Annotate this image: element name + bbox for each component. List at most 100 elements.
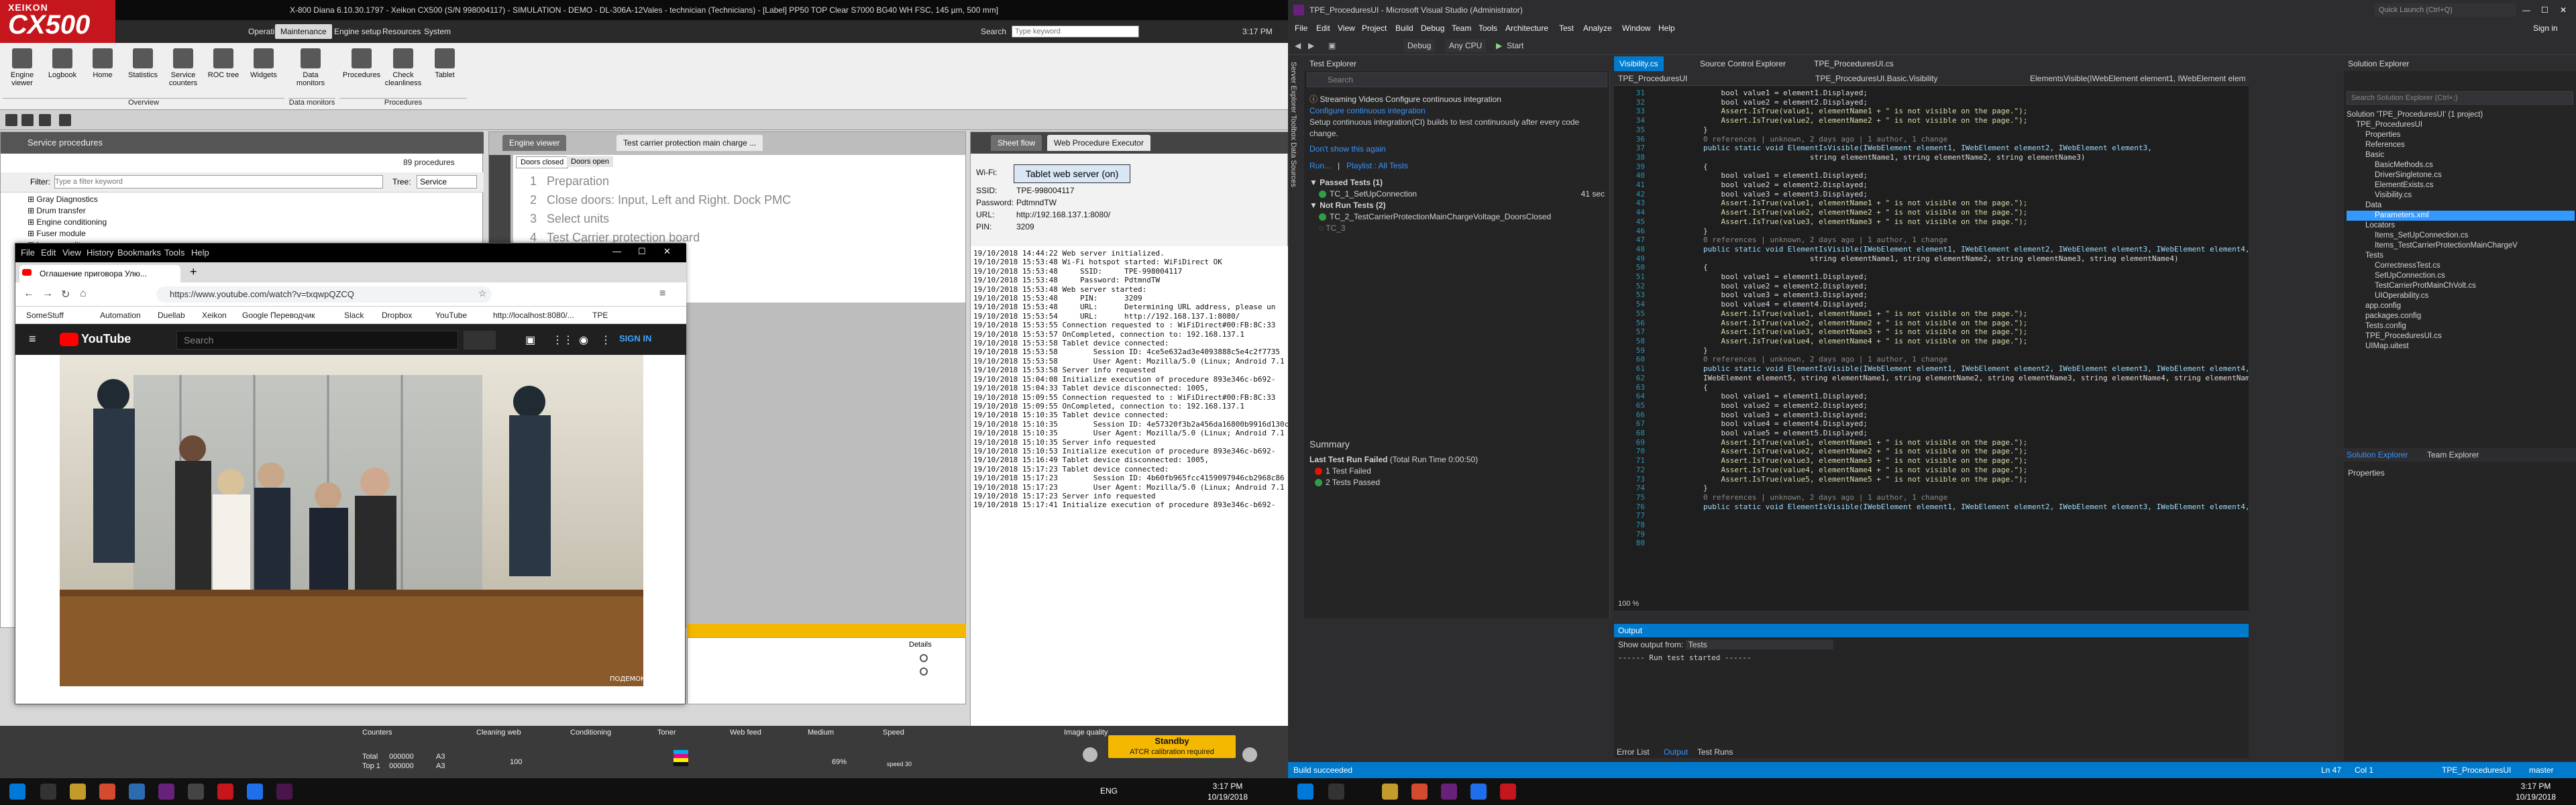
statistics-button[interactable]: Statistics [123, 46, 162, 93]
tab-engine-viewer[interactable]: Engine viewer [502, 135, 567, 151]
forward-icon[interactable] [21, 114, 34, 126]
menu-maintenance[interactable]: Maintenance [275, 24, 332, 39]
youtube-logo[interactable]: YouTube [60, 332, 131, 347]
code-line[interactable]: Assert.IsTrue(value2, elementName2 + " i… [1668, 319, 2245, 328]
youtube-search-input[interactable]: Search [176, 331, 458, 350]
solution-tree-item[interactable]: DriverSingletone.cs [2347, 170, 2575, 180]
run-link[interactable]: Run... [1309, 161, 1331, 170]
code-line[interactable]: 0 references | unknown, 2 days ago | 1 a… [1668, 355, 2245, 364]
home-button[interactable]: Home [83, 46, 122, 93]
zoom-level[interactable]: 100 % [1618, 600, 1639, 608]
solution-tree-item[interactable]: TPE_ProceduresUI [2347, 120, 2575, 130]
solution-tree-item[interactable]: Items_TestCarrierProtectionMainChargeV [2347, 241, 2575, 251]
tab-team-explorer[interactable]: Team Explorer [2427, 448, 2479, 462]
search-icon[interactable] [1328, 784, 1344, 800]
sign-in-button[interactable]: SIGN IN [619, 333, 651, 343]
solution-tree-item[interactable]: References [2347, 140, 2575, 150]
visual-studio-icon[interactable] [1441, 784, 1457, 800]
search-input[interactable] [1012, 25, 1139, 38]
print-icon[interactable] [39, 114, 51, 126]
code-line[interactable]: Assert.IsTrue(value4, elementName4 + " i… [1668, 466, 2245, 475]
solution-tree-item[interactable]: Locators [2347, 221, 2575, 231]
solution-tree-item[interactable]: app.config [2347, 301, 2575, 311]
code-line[interactable]: 0 references | unknown, 2 days ago | 1 a… [1668, 493, 2245, 502]
forward-icon[interactable]: → [42, 288, 53, 300]
minimize-icon[interactable]: — [2522, 0, 2530, 20]
zoom-icon[interactable] [920, 667, 928, 676]
play-icon[interactable] [1083, 747, 1097, 762]
menu-edit[interactable]: Edit [41, 248, 56, 258]
solution-tree-item[interactable]: CorrectnessTest.cs [2347, 261, 2575, 271]
tab-error-list[interactable]: Error List [1617, 746, 1650, 758]
star-icon[interactable]: ☆ [478, 288, 487, 299]
code-line[interactable]: { [1668, 383, 2245, 392]
menu-file[interactable]: File [1295, 20, 1307, 36]
code-line[interactable]: Assert.IsTrue(value4, elementName4 + " i… [1668, 337, 2245, 346]
nav-project[interactable]: TPE_ProceduresUI [1618, 71, 1687, 86]
solution-tree-item[interactable]: Properties [2347, 130, 2575, 140]
step-row[interactable]: 1 Preparation [520, 172, 949, 190]
menu-architecture[interactable]: Architecture [1505, 20, 1548, 36]
tab-web-procedure-executor[interactable]: Web Procedure Executor [1047, 135, 1150, 151]
code-line[interactable]: bool value1 = element1.Displayed; [1668, 392, 2245, 401]
solution-tree-item[interactable]: Items_SetUpConnection.cs [2347, 231, 2575, 241]
save-icon[interactable]: ▣ [1328, 36, 1336, 55]
menu-view[interactable]: View [1338, 20, 1355, 36]
code-line[interactable]: public static void ElementIsVisible(IWeb… [1668, 245, 2249, 254]
menu-help[interactable]: Help [1658, 20, 1675, 36]
back-icon[interactable] [5, 114, 17, 126]
code-line[interactable]: bool value2 = element2.Displayed; [1668, 282, 2245, 291]
code-line[interactable]: } [1668, 125, 2245, 135]
menu-analyze[interactable]: Analyze [1583, 20, 1612, 36]
tab-solution-explorer[interactable]: Solution Explorer [2347, 448, 2408, 462]
code-line[interactable]: bool value2 = element2.Displayed; [1668, 180, 2245, 190]
solution-tree-item[interactable]: Tests [2347, 251, 2575, 261]
code-line[interactable]: IWebElement element5, string elementName… [1668, 374, 2249, 383]
playlist-link[interactable]: Playlist : All Tests [1346, 161, 1408, 170]
code-line[interactable]: bool value3 = element3.Displayed; [1668, 190, 2245, 199]
outlook-icon[interactable] [1470, 784, 1487, 800]
code-line[interactable]: Assert.IsTrue(value2, elementName2 + " i… [1668, 116, 2245, 125]
nav-forward-icon[interactable]: ▶ [1308, 36, 1314, 55]
solution-tree-item[interactable]: Basic [2347, 150, 2575, 160]
code-line[interactable]: Assert.IsTrue(value1, elementName1 + " i… [1668, 107, 2245, 116]
close-icon[interactable]: ✕ [2560, 0, 2567, 20]
video-player[interactable]: ПОДЕМОКРА [60, 355, 643, 686]
app-icon[interactable] [129, 784, 145, 800]
code-line[interactable]: string elementName1, string elementName2… [1668, 153, 2245, 162]
xeikon-icon[interactable] [217, 784, 233, 800]
export-icon[interactable] [59, 114, 71, 126]
side-tabs[interactable]: Server Explorer Toolbox Data Sources [1289, 62, 1297, 187]
zoom-icon[interactable] [920, 654, 928, 662]
solution-tree-item[interactable]: ElementExists.cs [2347, 180, 2575, 191]
camera-icon[interactable]: ▣ [525, 333, 535, 347]
slack-icon[interactable] [276, 784, 292, 800]
menu-tools[interactable]: Tools [1479, 20, 1497, 36]
bookmark[interactable]: Slack [344, 307, 364, 324]
sign-in-link[interactable]: Sign in [2533, 20, 2558, 36]
tab-procedures-ui[interactable]: TPE_ProceduresUI.cs [1809, 56, 1899, 71]
data-monitors-button[interactable]: Data monitors [291, 46, 330, 93]
step-row[interactable]: 2 Close doors: Input, Left and Right. Doc… [520, 191, 949, 209]
code-line[interactable]: public static void ElementIsVisible(IWeb… [1668, 502, 2249, 512]
test-item[interactable]: TC_2_TestCarrierProtectionMainChargeVolt… [1309, 211, 1605, 223]
project-indicator[interactable]: TPE_ProceduresUI [2442, 762, 2511, 778]
minimize-icon[interactable]: — [612, 246, 621, 256]
code-line[interactable]: 0 references | unknown, 2 days ago | 1 a… [1668, 135, 2245, 144]
code-line[interactable]: bool value1 = element1.Displayed; [1668, 89, 2245, 98]
search-icon[interactable] [40, 784, 56, 800]
code-line[interactable]: Assert.IsTrue(value1, elementName1 + " i… [1668, 309, 2245, 319]
bookmark[interactable]: SomeStuff [26, 307, 64, 324]
bookmark[interactable]: Xeikon [202, 307, 227, 324]
config-select[interactable]: Debug [1403, 39, 1436, 52]
standby-button[interactable]: Standby ATCR calibration required [1108, 735, 1236, 758]
menu-view[interactable]: View [62, 248, 81, 258]
menu-bookmarks[interactable]: Bookmarks [117, 248, 161, 258]
explorer-icon[interactable] [1382, 784, 1398, 800]
solution-tree-item[interactable]: UIMap.uitest [2347, 341, 2575, 352]
tab-test-carrier[interactable]: Test carrier protection main charge ... [616, 135, 763, 151]
code-text[interactable]: bool value1 = element1.Displayed; bool v… [1668, 89, 2249, 512]
solution-tree-item[interactable]: TestCarrierProtMainChVolt.cs [2347, 281, 2575, 291]
test-search-input[interactable]: Search [1307, 72, 1607, 87]
start-icon[interactable]: ▶ [1496, 36, 1502, 55]
